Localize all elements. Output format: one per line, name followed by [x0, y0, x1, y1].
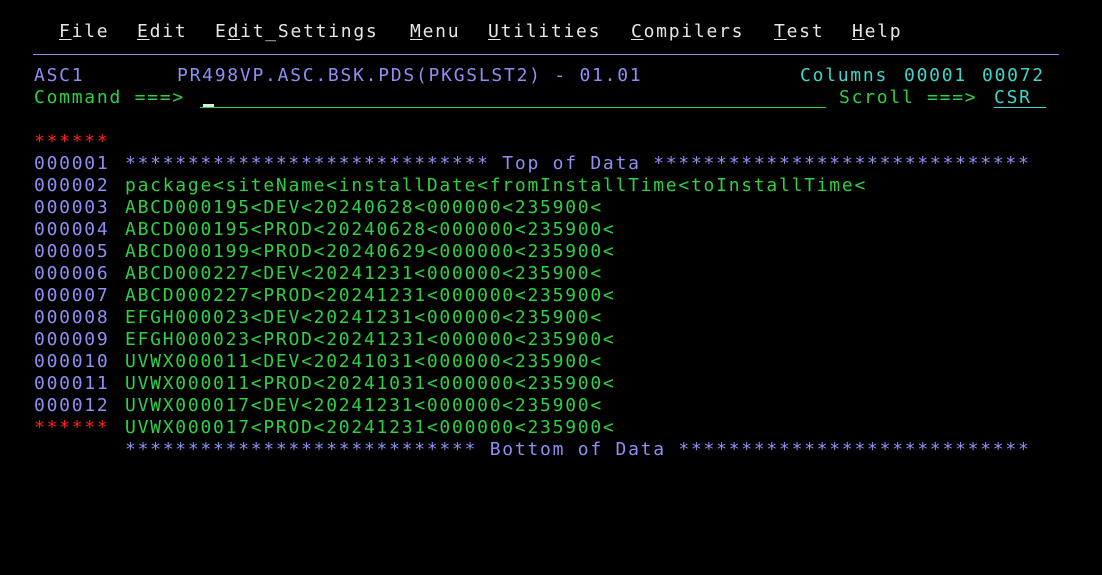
data-line: 000004 ABCD000199<PROD<20240629<000000<2…: [0, 197, 614, 262]
line-text[interactable]: UVWX000017<DEV<20241231<000000<235900<: [125, 395, 603, 417]
data-line: 000011 UVWX000017<DEV<20241231<000000<23…: [0, 351, 601, 416]
menu-divider: [33, 54, 1059, 55]
data-line: 000003 ABCD000195<PROD<20240628<000000<2…: [0, 175, 614, 240]
line-text[interactable]: ABCD000227<DEV<20241231<000000<235900<: [125, 263, 603, 285]
data-line: 000005 ABCD000227<DEV<20241231<000000<23…: [0, 219, 601, 284]
line-text[interactable]: UVWX000017<PROD<20241231<000000<235900<: [125, 417, 616, 439]
menu-item-menu[interactable]: Menu: [410, 21, 460, 43]
top-of-data-marker: ****** ***************************** Top…: [0, 109, 1029, 174]
line-text[interactable]: ABCD000227<PROD<20241231<000000<235900<: [125, 285, 616, 307]
menu-item-test[interactable]: Test: [774, 21, 824, 43]
dataset-name: PR498VP.ASC.BSK.PDS(PKGSLST2) - 01.01: [177, 65, 643, 86]
data-line: 000010 UVWX000011<PROD<20241031<000000<2…: [0, 329, 614, 394]
columns-label: Columns: [800, 65, 889, 86]
line-text[interactable]: UVWX000011<PROD<20241031<000000<235900<: [125, 373, 616, 395]
line-text[interactable]: ABCD000195<DEV<20240628<000000<235900<: [125, 197, 603, 219]
columns-start: 00001: [904, 65, 967, 86]
menu-item-edit[interactable]: Edit: [137, 21, 187, 43]
top-marker-text: ***************************** Top of Dat…: [125, 153, 1031, 174]
bottom-of-data-marker: ****** **************************** Bott…: [0, 395, 1029, 460]
data-line: 000007 EFGH000023<DEV<20241231<000000<23…: [0, 263, 601, 328]
menu-item-edit-settings[interactable]: Edit_Settings: [215, 21, 379, 43]
line-text[interactable]: EFGH000023<DEV<20241231<000000<235900<: [125, 307, 603, 329]
data-line: 000012 UVWX000017<PROD<20241231<000000<2…: [0, 373, 614, 438]
menu-item-help[interactable]: Help: [852, 21, 902, 43]
line-text[interactable]: ABCD000195<PROD<20240628<000000<235900<: [125, 219, 616, 241]
menu-item-utilities[interactable]: Utilities: [488, 21, 601, 43]
data-line: 000008 EFGH000023<PROD<20241231<000000<2…: [0, 285, 614, 350]
line-text[interactable]: UVWX000011<DEV<20241031<000000<235900<: [125, 351, 603, 373]
data-line: 000001 package<siteName<installDate<from…: [0, 131, 865, 196]
menu-item-file[interactable]: File: [59, 21, 109, 43]
data-line: 000002 ABCD000195<DEV<20240628<000000<23…: [0, 153, 601, 218]
bottom-marker-text: **************************** Bottom of D…: [125, 439, 1031, 460]
scroll-input[interactable]: [994, 87, 1046, 108]
menu-item-compilers[interactable]: Compilers: [631, 21, 744, 43]
columns-end: 00072: [982, 65, 1045, 86]
data-line: 000009 UVWX000011<DEV<20241031<000000<23…: [0, 307, 601, 372]
line-text[interactable]: EFGH000023<PROD<20241231<000000<235900<: [125, 329, 616, 351]
command-label: Command ===>: [34, 87, 185, 108]
data-line: 000006 ABCD000227<PROD<20241231<000000<2…: [0, 241, 614, 306]
panel-id: ASC1: [34, 65, 85, 86]
line-text[interactable]: package<siteName<installDate<fromInstall…: [125, 175, 867, 197]
line-number[interactable]: 000012: [34, 395, 109, 417]
scroll-label: Scroll ===>: [839, 87, 978, 108]
text-cursor: [203, 104, 214, 107]
command-input[interactable]: [200, 87, 826, 108]
line-text[interactable]: ABCD000199<PROD<20240629<000000<235900<: [125, 241, 616, 263]
bottom-marker-prefix: ******: [34, 417, 110, 438]
